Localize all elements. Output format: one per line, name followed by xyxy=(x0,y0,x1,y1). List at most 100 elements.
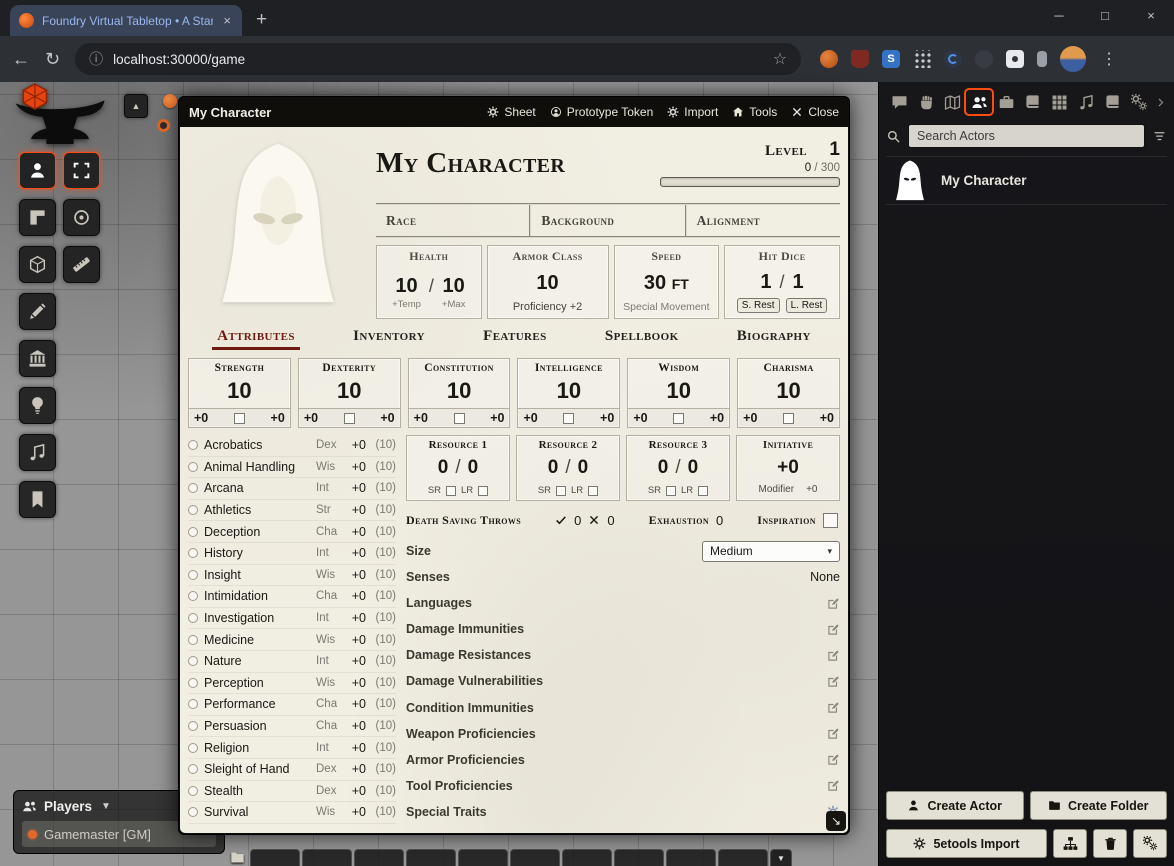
sidebar-tab-settings[interactable] xyxy=(1126,90,1153,114)
short-rest-checkbox[interactable] xyxy=(556,486,566,496)
skill-proficiency-toggle-icon[interactable] xyxy=(188,699,198,709)
exhaustion-value[interactable]: 0 xyxy=(716,513,723,528)
sheet-tab[interactable]: Biography xyxy=(732,326,816,350)
extension-icon[interactable] xyxy=(975,50,993,68)
resource-label[interactable]: Resource 3 xyxy=(649,439,708,451)
skill-proficiency-toggle-icon[interactable] xyxy=(188,807,198,817)
ability-name[interactable]: Charisma xyxy=(763,362,813,374)
extension-icon[interactable] xyxy=(944,50,962,68)
ability-score[interactable]: 10 xyxy=(666,374,690,408)
skill-row[interactable]: Nature Int +0 (10) xyxy=(188,651,396,673)
sidebar-tab-items[interactable] xyxy=(993,90,1020,114)
skill-proficiency-toggle-icon[interactable] xyxy=(188,743,198,753)
nav-collapse-button[interactable]: ▲ xyxy=(124,94,148,118)
extension-icon[interactable] xyxy=(1037,51,1047,67)
extension-icon[interactable] xyxy=(913,50,931,68)
actor-list-item[interactable]: My Character xyxy=(886,157,1167,205)
tool-target-tokens[interactable] xyxy=(63,199,100,236)
ability-score[interactable]: 10 xyxy=(557,374,581,408)
macro-slot[interactable] xyxy=(614,849,664,866)
macro-slot[interactable] xyxy=(250,849,300,866)
window-header[interactable]: My Character Sheet Prototype Token xyxy=(179,97,849,127)
new-tab-button[interactable]: + xyxy=(256,10,267,29)
macro-slot[interactable] xyxy=(354,849,404,866)
create-actor-button[interactable]: Create Actor xyxy=(886,791,1024,820)
skill-row[interactable]: Performance Cha +0 (10) xyxy=(188,694,396,716)
sidebar-tab-chat[interactable] xyxy=(886,90,913,114)
skill-row[interactable]: Sleight of Hand Dex +0 (10) xyxy=(188,759,396,781)
edit-icon[interactable] xyxy=(827,597,840,610)
sort-icon[interactable] xyxy=(1152,129,1167,144)
tab-close-icon[interactable]: × xyxy=(221,14,233,27)
skill-row[interactable]: Animal Handling Wis +0 (10) xyxy=(188,457,396,479)
close-window-icon[interactable]: × xyxy=(1128,0,1174,33)
sheet-tab[interactable]: Inventory xyxy=(348,326,430,350)
tool-measure-templates[interactable] xyxy=(19,199,56,236)
resource-label[interactable]: Resource 2 xyxy=(539,439,598,451)
character-portrait[interactable] xyxy=(188,133,368,319)
hit-dice-max[interactable]: 1 xyxy=(793,271,804,294)
skill-proficiency-toggle-icon[interactable] xyxy=(188,570,198,580)
skill-proficiency-toggle-icon[interactable] xyxy=(188,483,198,493)
tool-measure-ruler[interactable] xyxy=(63,246,100,283)
extension-icon[interactable] xyxy=(1006,50,1024,68)
import-button[interactable]: Import xyxy=(667,105,718,119)
skill-row[interactable]: Medicine Wis +0 (10) xyxy=(188,629,396,651)
initiative-label[interactable]: Initiative xyxy=(763,439,813,451)
skill-row[interactable]: Insight Wis +0 (10) xyxy=(188,565,396,587)
save-proficiency-checkbox[interactable] xyxy=(783,413,794,424)
skill-proficiency-toggle-icon[interactable] xyxy=(188,613,198,623)
summary-field[interactable]: Background xyxy=(531,205,686,236)
module-icon[interactable] xyxy=(163,94,177,108)
tool-token-controls[interactable] xyxy=(19,152,56,189)
summary-field[interactable]: Alignment xyxy=(687,205,840,236)
extension-shield-icon[interactable] xyxy=(851,50,869,68)
save-proficiency-checkbox[interactable] xyxy=(454,413,465,424)
skill-row[interactable]: Athletics Str +0 (10) xyxy=(188,500,396,522)
edit-icon[interactable] xyxy=(827,649,840,662)
ability-score[interactable]: 10 xyxy=(447,374,471,408)
ability-name[interactable]: Dexterity xyxy=(322,362,376,374)
hit-dice-current[interactable]: 1 xyxy=(760,271,771,294)
resource-value[interactable]: 0 xyxy=(658,457,669,479)
sheet-config-button[interactable]: Sheet xyxy=(487,105,535,119)
resource-max[interactable]: 0 xyxy=(468,457,479,479)
skill-proficiency-toggle-icon[interactable] xyxy=(188,591,198,601)
settings-button[interactable] xyxy=(1133,829,1167,858)
extension-icon[interactable] xyxy=(820,50,838,68)
sidebar-tab-actors[interactable] xyxy=(966,90,993,114)
long-rest-checkbox[interactable] xyxy=(698,486,708,496)
death-success-icon[interactable] xyxy=(555,514,567,526)
tool-walls[interactable] xyxy=(19,340,56,377)
folder-tree-button[interactable] xyxy=(1053,829,1087,858)
minimize-icon[interactable]: ─ xyxy=(1036,0,1082,33)
skill-row[interactable]: Survival Wis +0 (10) xyxy=(188,802,396,824)
ability-name[interactable]: Intelligence xyxy=(535,362,603,374)
hp-max-label[interactable]: +Max xyxy=(442,299,466,310)
url-bar[interactable]: ⓘ localhost:30000/game ☆ xyxy=(75,43,801,75)
skill-row[interactable]: History Int +0 (10) xyxy=(188,543,396,565)
skill-proficiency-toggle-icon[interactable] xyxy=(188,462,198,472)
resource-value[interactable]: 0 xyxy=(438,457,449,479)
sidebar-tab-compendium[interactable] xyxy=(1100,90,1127,114)
resource-max[interactable]: 0 xyxy=(688,457,699,479)
skill-proficiency-toggle-icon[interactable] xyxy=(188,527,198,537)
edit-icon[interactable] xyxy=(827,753,840,766)
resource-max[interactable]: 0 xyxy=(578,457,589,479)
macro-folder-icon[interactable] xyxy=(226,849,248,866)
ability-name[interactable]: Strength xyxy=(215,362,265,374)
site-info-icon[interactable]: ⓘ xyxy=(89,49,103,69)
ac-value[interactable]: 10 xyxy=(536,272,558,295)
5etools-import-button[interactable]: 5etools Import xyxy=(886,829,1047,858)
browser-profile-avatar[interactable] xyxy=(1060,46,1086,72)
skill-row[interactable]: Deception Cha +0 (10) xyxy=(188,521,396,543)
tool-sounds[interactable] xyxy=(19,434,56,471)
hotbar-page-down-icon[interactable]: ▼ xyxy=(770,849,792,866)
ability-score[interactable]: 10 xyxy=(337,374,361,408)
macro-slot[interactable] xyxy=(302,849,352,866)
sheet-tab[interactable]: Attributes xyxy=(212,326,300,350)
skill-row[interactable]: Religion Int +0 (10) xyxy=(188,737,396,759)
skill-row[interactable]: Acrobatics Dex +0 (10) xyxy=(188,435,396,457)
close-button[interactable]: Close xyxy=(791,105,839,119)
long-rest-button[interactable]: L. Rest xyxy=(786,298,828,313)
